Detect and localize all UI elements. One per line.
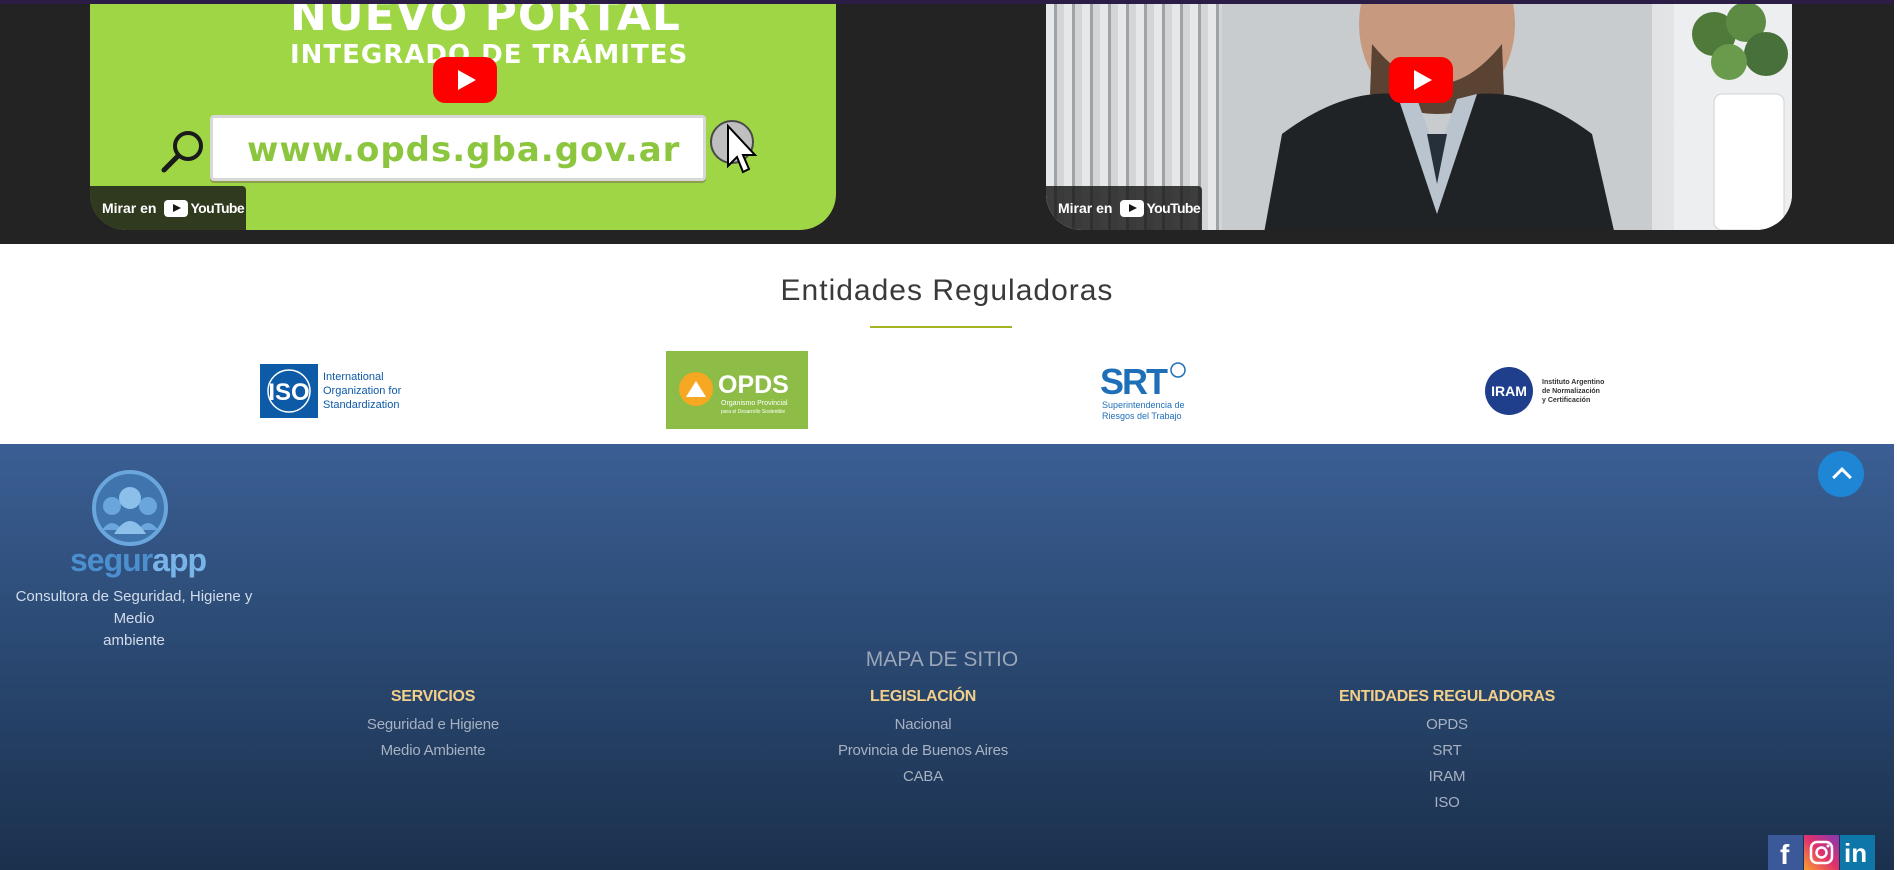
youtube-play-icon	[1120, 199, 1145, 217]
url-box: www.opds.gba.gov.ar	[210, 115, 706, 181]
video-embed-interview[interactable]: Mirar en YouTube	[1046, 4, 1792, 230]
srt-logo-mark: SRT	[1100, 361, 1168, 402]
iram-logo-mark: IRAM	[1491, 383, 1527, 399]
sitemap-title: MAPA DE SITIO	[865, 648, 1019, 671]
brand-name-part2: app	[152, 542, 207, 578]
instagram-glyph	[1804, 835, 1839, 870]
footer-link-iso[interactable]: ISO	[1287, 790, 1607, 816]
youtube-logo: YouTube	[1120, 199, 1201, 217]
iram-logo-line1: Instituto Argentino	[1542, 379, 1604, 386]
footer-column-entidades: ENTIDADES REGULADORAS OPDS SRT IRAM ISO	[1287, 688, 1607, 816]
watch-on-youtube-button[interactable]: Mirar en YouTube	[1046, 186, 1202, 230]
watch-on-youtube-button[interactable]: Mirar en YouTube	[90, 186, 246, 230]
column-heading: LEGISLACIÓN	[869, 688, 977, 705]
iso-logo-mark: ISO	[268, 379, 309, 406]
iso-logo-line3: Standardization	[323, 399, 399, 411]
footer-link-nacional[interactable]: Nacional	[763, 712, 1083, 738]
opds-logo-line1: Organismo Provincial	[721, 400, 788, 407]
linkedin-icon[interactable]: in	[1840, 835, 1875, 870]
footer-link-opds[interactable]: OPDS	[1287, 712, 1607, 738]
iso-logo-line2: Organization for	[323, 385, 402, 397]
srt-logo-line2: Riesgos del Trabajo	[1102, 411, 1182, 421]
column-heading: SERVICIOS	[390, 688, 476, 705]
iso-logo-line1: International	[323, 371, 384, 383]
entities-title: Entidades Reguladoras	[780, 274, 1114, 307]
company-tagline: Consultora de Seguridad, Higiene y Medio…	[0, 586, 268, 652]
youtube-play-icon	[164, 199, 189, 217]
play-button[interactable]	[433, 57, 497, 103]
footer-link-seguridad-higiene[interactable]: Seguridad e Higiene	[273, 712, 593, 738]
footer-link-caba[interactable]: CABA	[763, 764, 1083, 790]
segurapp-logo-icon	[92, 470, 168, 546]
brand-name-part1: segur	[70, 542, 153, 578]
facebook-icon[interactable]: f	[1768, 835, 1803, 870]
entities-section: Entidades Reguladoras ISO International …	[0, 244, 1894, 444]
watch-label: Mirar en	[1058, 200, 1113, 216]
opds-logo-line2: para el Desarrollo Sostenible	[721, 409, 785, 415]
srt-logo-line1: Superintendencia de	[1102, 400, 1185, 410]
footer-link-iram[interactable]: IRAM	[1287, 764, 1607, 790]
footer-link-srt[interactable]: SRT	[1287, 738, 1607, 764]
footer-column-legislacion: LEGISLACIÓN Nacional Provincia de Buenos…	[763, 688, 1083, 790]
youtube-wordmark: YouTube	[190, 200, 245, 216]
video-section: NUEVO PORTAL INTEGRADO DE TRÁMITES www.o…	[0, 0, 1894, 244]
title-underline	[870, 326, 1012, 328]
iram-logo-line3: y Certificación	[1542, 397, 1590, 404]
srt-logo[interactable]: SRT Superintendencia de Riesgos del Trab…	[1098, 360, 1190, 422]
youtube-logo: YouTube	[164, 199, 245, 217]
watch-label: Mirar en	[102, 200, 157, 216]
site-footer: segurapp Consultora de Seguridad, Higien…	[0, 444, 1894, 870]
footer-link-medio-ambiente[interactable]: Medio Ambiente	[273, 738, 593, 764]
brand-wordmark[interactable]: segurapp	[70, 542, 207, 579]
opds-logo-mark: OPDS	[718, 371, 789, 399]
youtube-wordmark: YouTube	[1146, 200, 1201, 216]
column-heading: ENTIDADES REGULADORAS	[1339, 688, 1555, 705]
iram-logo-line2: de Normalización	[1542, 388, 1600, 395]
tagline-line1: Consultora de Seguridad, Higiene y Medio	[15, 588, 253, 627]
video-embed-portal[interactable]: NUEVO PORTAL INTEGRADO DE TRÁMITES www.o…	[90, 4, 836, 230]
portal-url: www.opds.gba.gov.ar	[247, 130, 681, 170]
video-title-line1: NUEVO PORTAL	[290, 4, 681, 41]
play-button[interactable]	[1389, 57, 1453, 103]
opds-logo[interactable]: OPDS Organismo Provincial para el Desarr…	[666, 351, 808, 429]
footer-column-servicios: SERVICIOS Seguridad e Higiene Medio Ambi…	[273, 688, 593, 764]
magnifier-icon	[161, 131, 203, 173]
instagram-icon[interactable]	[1804, 835, 1839, 870]
iso-logo[interactable]: ISO International Organization for Stand…	[260, 364, 406, 418]
footer-link-provincia-buenos-aires[interactable]: Provincia de Buenos Aires	[763, 738, 1083, 764]
plant-image	[1674, 4, 1792, 230]
cursor-icon	[710, 120, 758, 174]
speaker-image	[1222, 4, 1652, 230]
iram-logo[interactable]: IRAM Instituto Argentino de Normalizació…	[1484, 366, 1616, 416]
scroll-to-top-button[interactable]	[1818, 451, 1864, 497]
